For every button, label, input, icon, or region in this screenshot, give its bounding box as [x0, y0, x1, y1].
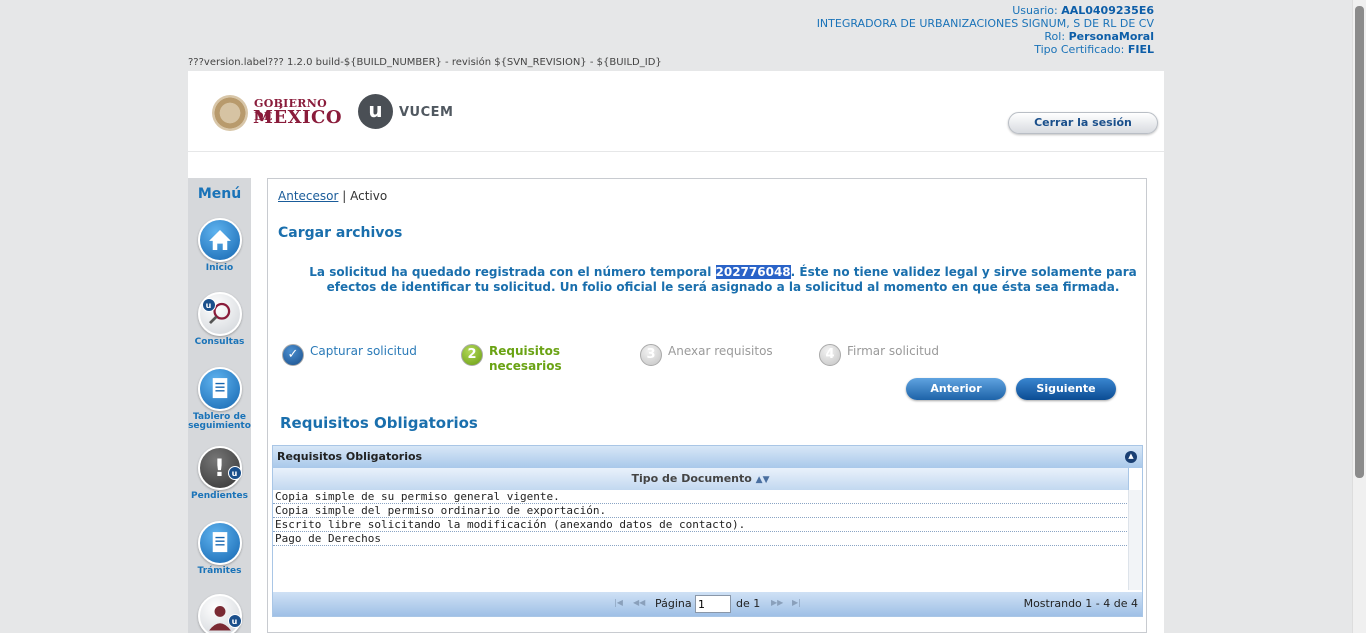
grid-scrollbar[interactable] — [1128, 490, 1142, 590]
content-panel: Antecesor | Activo Cargar archivos La so… — [267, 178, 1147, 633]
page-input[interactable] — [695, 595, 731, 613]
temporary-number: 202776048 — [715, 265, 791, 279]
user-info: Usuario: AAL0409235E6 INTEGRADORA DE URB… — [817, 4, 1154, 56]
sidebar-item-tablero[interactable]: Tablero de seguimiento — [188, 367, 251, 431]
seal-icon — [212, 95, 248, 131]
vucem-badge-icon: u — [227, 466, 242, 480]
step-check-icon: ✓ — [282, 344, 304, 366]
main-content: Antecesor | Activo Cargar archivos La so… — [251, 178, 1164, 633]
collapse-icon[interactable]: ▲ — [1125, 451, 1137, 463]
step-number-icon: 4 — [819, 344, 841, 366]
company-name: INTEGRADORA DE URBANIZACIONES SIGNUM, S … — [816, 17, 1154, 30]
home-icon — [197, 218, 242, 262]
grid-caption: Requisitos Obligatorios ▲ — [273, 446, 1142, 468]
document-icon — [197, 367, 242, 411]
first-page-icon[interactable]: |◀ — [614, 598, 623, 607]
sidebar-item-label: Inicio — [205, 263, 234, 273]
next-page-icon[interactable]: ▶▶ — [771, 598, 783, 607]
vucem-badge-icon: u — [227, 614, 242, 628]
registration-notice: La solicitud ha quedado registrada con e… — [308, 265, 1138, 295]
grid-rows: Copia simple de su permiso general vigen… — [273, 490, 1129, 546]
cert-value: FIEL — [1127, 43, 1154, 56]
page-title: Cargar archivos — [278, 225, 403, 241]
menu-title: Menú — [197, 186, 242, 202]
breadcrumb-antecesor-link[interactable]: Antecesor — [278, 189, 338, 203]
page-total: de 1 — [736, 597, 761, 610]
table-row[interactable]: Escrito libre solicitando la modificació… — [273, 518, 1129, 532]
usuario-label: Usuario: — [1012, 4, 1058, 17]
breadcrumb: Antecesor | Activo — [278, 189, 387, 203]
notice-text-before: La solicitud ha quedado registrada con e… — [309, 265, 716, 279]
page-scrollbar-thumb[interactable] — [1355, 6, 1364, 478]
sidebar-item-label: Trámites — [197, 566, 242, 576]
table-row[interactable]: Pago de Derechos — [273, 532, 1129, 546]
user-icon: u — [197, 594, 242, 633]
step-number-icon: 2 — [461, 344, 483, 366]
breadcrumb-current: Activo — [350, 189, 388, 203]
rol-value: PersonaMoral — [1068, 30, 1154, 43]
sidebar-item-consultas[interactable]: u Consultas — [188, 292, 251, 347]
step-label: Requisitos necesarios — [489, 344, 562, 373]
vucem-name: VUCEM — [399, 105, 454, 120]
step-number-icon: 3 — [640, 344, 662, 366]
usuario-value: AAL0409235E6 — [1061, 4, 1154, 17]
sidebar-item-inicio[interactable]: Inicio — [188, 218, 251, 273]
requisitos-grid: Requisitos Obligatorios ▲ Tipo de Docume… — [272, 445, 1143, 617]
sidebar-item-tramites[interactable]: Trámites — [188, 521, 251, 576]
step-requisitos-necesarios: 2 Requisitos necesarios — [461, 344, 579, 374]
wizard-steps: ✓ Capturar solicitud 2 Requisitos necesa… — [282, 344, 1142, 384]
alert-icon: ! u — [197, 446, 242, 490]
logout-button[interactable]: Cerrar la sesión — [1008, 112, 1158, 134]
siguiente-button[interactable]: Siguiente — [1016, 378, 1116, 400]
gob-line2: MÉXICO — [253, 107, 343, 128]
step-label: Firmar solicitud — [847, 344, 939, 358]
sort-icon: ▲▼ — [755, 475, 770, 485]
column-header-label: Tipo de Documento — [631, 472, 752, 485]
header: GOBIERNO DE MÉXICO u VUCEM Cerrar la ses… — [188, 71, 1164, 151]
vucem-mark: u — [358, 94, 393, 129]
sidebar-item-pendientes[interactable]: ! u Pendientes — [188, 446, 251, 501]
last-page-icon[interactable]: ▶| — [792, 598, 801, 607]
sidebar-item-label: Pendientes — [191, 491, 248, 501]
sidebar-menu: Menú Inicio u Consultas Tablero de segui… — [188, 178, 251, 633]
anterior-button[interactable]: Anterior — [906, 378, 1006, 400]
sidebar-item-label: Tablero de seguimiento — [188, 412, 251, 431]
step-label: Anexar requisitos — [668, 344, 773, 358]
rol-label: Rol: — [1044, 30, 1066, 43]
step-firmar-solicitud: 4 Firmar solicitud — [819, 344, 939, 366]
sidebar-item-user[interactable]: u — [188, 594, 251, 633]
step-anexar-requisitos: 3 Anexar requisitos — [640, 344, 773, 366]
records-count: Mostrando 1 - 4 de 4 — [1023, 597, 1138, 610]
version-label: ???version.label??? 1.2.0 build-${BUILD_… — [188, 57, 662, 68]
prev-page-icon[interactable]: ◀◀ — [633, 598, 645, 607]
step-label: Capturar solicitud — [310, 344, 417, 358]
header-spacer — [188, 152, 1164, 178]
table-row[interactable]: Copia simple del permiso ordinario de ex… — [273, 504, 1129, 518]
vucem-badge-icon: u — [201, 298, 216, 312]
page-label: Página — [655, 597, 692, 610]
cert-label: Tipo Certificado: — [1034, 43, 1125, 56]
table-row[interactable]: Copia simple de su permiso general vigen… — [273, 490, 1129, 504]
search-icon: u — [197, 292, 242, 336]
page-scrollbar[interactable] — [1352, 0, 1366, 633]
column-header-tipo-documento[interactable]: Tipo de Documento ▲▼ — [273, 468, 1129, 490]
breadcrumb-separator: | — [342, 189, 347, 203]
grid-pager: |◀ ◀◀ Página de 1 ▶▶ ▶| Mostrando 1 - 4 … — [273, 592, 1142, 616]
step-capturar-solicitud: ✓ Capturar solicitud — [282, 344, 417, 366]
document-icon — [197, 521, 242, 565]
section-title: Requisitos Obligatorios — [280, 414, 478, 432]
grid-caption-text: Requisitos Obligatorios — [277, 450, 423, 463]
gobierno-logo: GOBIERNO DE MÉXICO — [212, 93, 342, 133]
sidebar-item-label: Consultas — [194, 337, 245, 347]
